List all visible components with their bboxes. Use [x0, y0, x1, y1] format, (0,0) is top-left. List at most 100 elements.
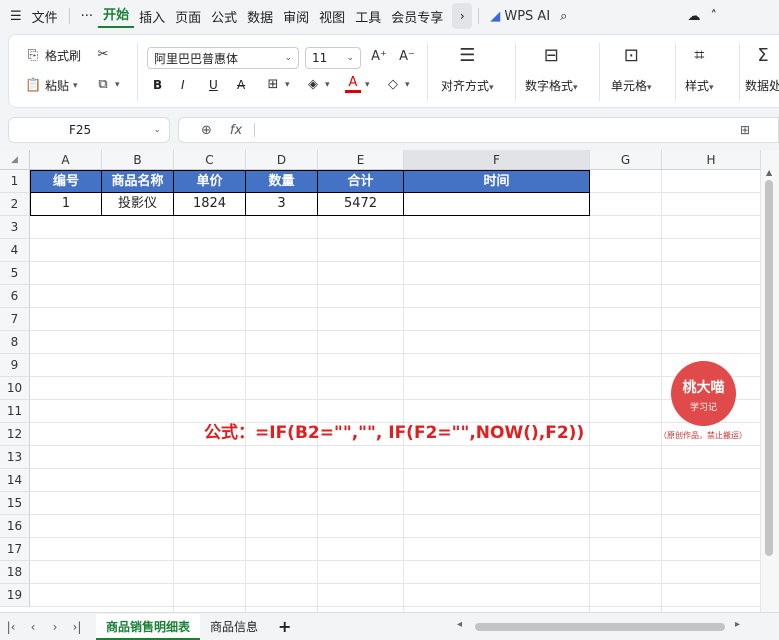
row-header[interactable]: 4 — [0, 239, 30, 262]
scroll-left-icon[interactable]: ◂ — [457, 619, 462, 630]
table-cell[interactable]: 3 — [246, 193, 318, 216]
strikethrough-button[interactable]: A — [237, 78, 245, 92]
row-header[interactable]: 3 — [0, 216, 30, 239]
table-header-cell[interactable]: 合计 — [318, 170, 404, 193]
cloud-icon[interactable]: ☁ — [682, 9, 705, 24]
menu-insert[interactable]: 插入 — [134, 7, 170, 26]
row-header[interactable]: 7 — [0, 308, 30, 331]
row-header[interactable]: 12 — [0, 423, 30, 446]
row-header[interactable]: 18 — [0, 561, 30, 584]
menu-formula[interactable]: 公式 — [206, 7, 242, 26]
scissors-icon: ✂ — [97, 47, 109, 62]
next-sheet-icon[interactable]: › — [44, 620, 66, 634]
style-button[interactable]: ⌗ 样式▾ — [685, 45, 714, 94]
row-header[interactable]: 13 — [0, 446, 30, 469]
column-header-h[interactable]: H — [662, 150, 761, 170]
table-cell[interactable]: 1824 — [174, 193, 246, 216]
menu-view[interactable]: 视图 — [314, 7, 350, 26]
table-header-cell[interactable]: 单价 — [174, 170, 246, 193]
font-name-select[interactable]: 阿里巴巴普惠体 ⌄ — [147, 47, 299, 69]
column-header-a[interactable]: A — [30, 150, 102, 170]
table-cell[interactable] — [404, 193, 590, 216]
row-header[interactable]: 16 — [0, 515, 30, 538]
paste-button[interactable]: 📋 粘贴 ▾ — [25, 77, 78, 94]
column-header-f[interactable]: F — [404, 150, 590, 170]
horizontal-scrollbar[interactable]: ◂ ▸ — [455, 619, 745, 633]
row-header[interactable]: 10 — [0, 377, 30, 400]
menu-member[interactable]: 会员专享 — [386, 7, 448, 26]
menu-review[interactable]: 审阅 — [278, 7, 314, 26]
fill-color-button[interactable]: ◈ ▾ — [305, 77, 330, 93]
sheet-tab-sales[interactable]: 商品销售明细表 — [96, 613, 201, 640]
last-sheet-icon[interactable]: ›| — [66, 620, 88, 634]
row-header[interactable]: 17 — [0, 538, 30, 561]
table-cell[interactable]: 5472 — [318, 193, 404, 216]
table-cell[interactable]: 1 — [30, 193, 102, 216]
zoom-icon[interactable]: ⊕ — [201, 123, 212, 138]
formula-input[interactable]: ⊕ fx — [178, 117, 779, 143]
bold-button[interactable]: B — [153, 78, 162, 92]
menu-data[interactable]: 数据 — [242, 7, 278, 26]
chevron-up-icon[interactable]: ˄ — [705, 9, 722, 24]
format-painter-button[interactable]: ⎘ 格式刷 — [25, 47, 81, 64]
fx-icon[interactable]: fx — [230, 123, 242, 138]
table-header-cell[interactable]: 时间 — [404, 170, 590, 193]
sheet-tab-product-info[interactable]: 商品信息 — [200, 614, 268, 640]
scroll-right-icon[interactable]: ▸ — [735, 619, 740, 630]
add-sheet-icon[interactable]: + — [268, 614, 301, 640]
row-header[interactable]: 9 — [0, 354, 30, 377]
menu-page[interactable]: 页面 — [170, 7, 206, 26]
italic-button[interactable]: I — [181, 78, 185, 92]
row-header[interactable]: 14 — [0, 469, 30, 492]
table-header-cell[interactable]: 编号 — [30, 170, 102, 193]
table-header-cell[interactable]: 数量 — [246, 170, 318, 193]
vertical-scroll-thumb[interactable] — [765, 180, 773, 556]
column-header-c[interactable]: C — [174, 150, 246, 170]
select-all-corner[interactable]: ◢ — [0, 150, 30, 170]
clear-button[interactable]: ◇ ▾ — [385, 77, 410, 93]
wps-ai-button[interactable]: ◢ WPS AI — [485, 9, 555, 24]
name-box[interactable]: F25 ⌄ — [8, 117, 170, 143]
more-icon[interactable]: ··· — [76, 9, 98, 24]
row-header[interactable]: 11 — [0, 400, 30, 423]
search-icon[interactable]: ⌕ — [555, 9, 572, 24]
increase-font-button[interactable]: A⁺ — [371, 49, 387, 65]
align-button[interactable]: ☰ 对齐方式▾ — [441, 45, 494, 94]
horizontal-scroll-thumb[interactable] — [475, 623, 725, 631]
font-color-button[interactable]: A ▾ — [345, 76, 370, 93]
menu-file[interactable]: 文件 — [27, 7, 63, 26]
row-header[interactable]: 15 — [0, 492, 30, 515]
column-header-d[interactable]: D — [246, 150, 318, 170]
column-header-e[interactable]: E — [318, 150, 404, 170]
font-size-select[interactable]: 11 ⌄ — [305, 47, 361, 69]
data-process-button[interactable]: Σ 数据处 — [745, 45, 779, 94]
copy-button[interactable]: ⧉ ▾ — [95, 77, 119, 93]
row-header[interactable]: 2 — [0, 193, 30, 216]
menu-tools[interactable]: 工具 — [350, 7, 386, 26]
expand-formula-icon[interactable]: ⊞ — [740, 123, 750, 137]
table-cell[interactable]: 投影仪 — [102, 193, 174, 216]
menu-scroll-right-icon[interactable]: › — [452, 3, 473, 29]
row-header[interactable]: 19 — [0, 584, 30, 607]
cut-button[interactable]: ✂ — [95, 47, 111, 63]
vertical-scrollbar[interactable]: ▲ — [761, 150, 779, 612]
column-header-g[interactable]: G — [590, 150, 662, 170]
scroll-up-icon[interactable]: ▲ — [766, 168, 772, 177]
first-sheet-icon[interactable]: |‹ — [0, 620, 22, 634]
spreadsheet-grid[interactable]: ◢ A B C D E F G H 1 2 3 4 5 6 7 8 9 10 11 12 13 14 15 16 17 18 19 编… — [0, 150, 761, 612]
chevron-down-icon: ▾ — [709, 83, 714, 93]
number-format-button[interactable]: ⊟ 数字格式▾ — [525, 45, 578, 94]
menu-home[interactable]: 开始 — [98, 4, 135, 28]
underline-button[interactable]: U — [209, 78, 218, 92]
row-header[interactable]: 5 — [0, 262, 30, 285]
border-button[interactable]: ⊞ ▾ — [265, 77, 290, 93]
table-header-cell[interactable]: 商品名称 — [102, 170, 174, 193]
cell-button[interactable]: ⊡ 单元格▾ — [611, 45, 652, 94]
menu-icon[interactable]: ☰ — [0, 9, 27, 24]
row-header[interactable]: 6 — [0, 285, 30, 308]
row-header[interactable]: 8 — [0, 331, 30, 354]
column-header-b[interactable]: B — [102, 150, 174, 170]
decrease-font-button[interactable]: A⁻ — [399, 49, 415, 65]
row-header[interactable]: 1 — [0, 170, 30, 193]
prev-sheet-icon[interactable]: ‹ — [22, 620, 44, 634]
